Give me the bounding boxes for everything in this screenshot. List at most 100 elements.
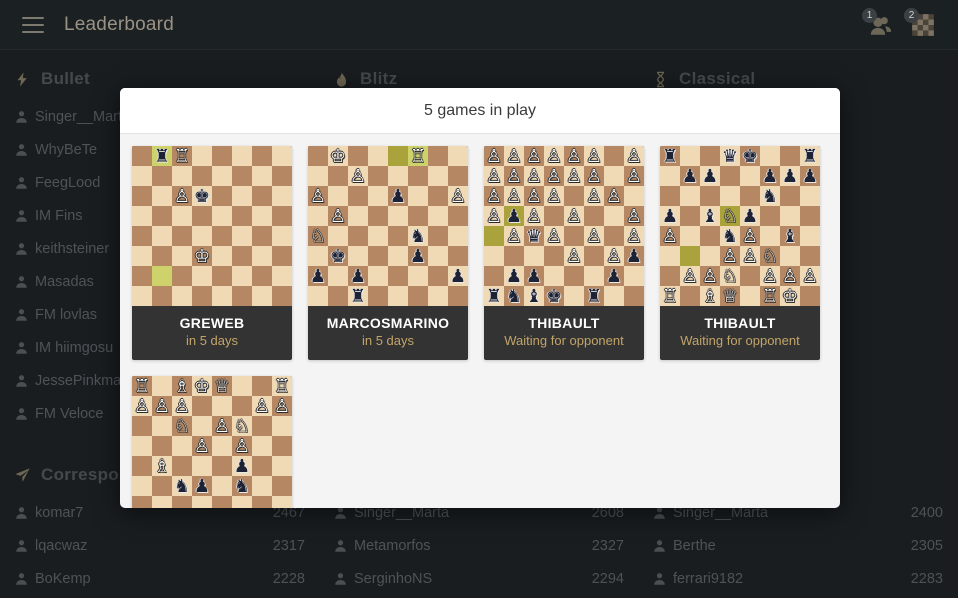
board-square[interactable] bbox=[700, 146, 720, 166]
board-square[interactable] bbox=[368, 266, 388, 286]
board-square[interactable] bbox=[272, 455, 292, 476]
board-square[interactable] bbox=[152, 186, 172, 206]
board-square[interactable] bbox=[348, 226, 368, 246]
board-square[interactable] bbox=[212, 186, 232, 206]
board-square[interactable] bbox=[252, 286, 272, 306]
board-square[interactable] bbox=[172, 266, 192, 286]
board-square[interactable]: ♙ bbox=[524, 206, 544, 226]
board-square[interactable]: ♔ bbox=[192, 246, 212, 266]
board-square[interactable] bbox=[212, 395, 232, 416]
chess-board[interactable]: ♜ ♖ ♙ ♚ ♔ bbox=[132, 146, 292, 306]
game-card[interactable]: ♜ ♛ ♚ ♜ ♟ ♟ ♟ ♟ ♟ ♞ ♟ ♝ ♘ ♟ ♙ ♞ ♙ ♝ ♙ ♙ ♘ ♙ ♙ ♘ ♙ ♙ ♙ ♖ ♗ ♕ ♖ ♔ THIBAULT… bbox=[660, 146, 820, 360]
board-square[interactable]: ♙ bbox=[624, 146, 644, 166]
board-square[interactable]: ♙ bbox=[564, 246, 584, 266]
board-square[interactable]: ♙ bbox=[740, 246, 760, 266]
board-square[interactable] bbox=[780, 186, 800, 206]
board-square[interactable] bbox=[368, 186, 388, 206]
board-square[interactable] bbox=[192, 166, 212, 186]
board-square[interactable]: ♖ bbox=[408, 146, 428, 166]
board-square[interactable]: ♙ bbox=[172, 395, 192, 416]
board-square[interactable]: ♙ bbox=[172, 186, 192, 206]
board-square[interactable]: ♖ bbox=[132, 375, 152, 396]
board-square[interactable]: ♚ bbox=[328, 246, 348, 266]
board-square[interactable] bbox=[760, 226, 780, 246]
board-square[interactable] bbox=[800, 286, 820, 306]
board-square[interactable] bbox=[604, 286, 624, 306]
board-square[interactable] bbox=[192, 206, 212, 226]
leaderboard-row[interactable]: Metamorfos 2327 bbox=[333, 529, 624, 562]
board-square[interactable] bbox=[544, 266, 564, 286]
board-square[interactable] bbox=[524, 246, 544, 266]
board-square[interactable]: ♖ bbox=[172, 146, 192, 166]
board-square[interactable] bbox=[604, 146, 624, 166]
board-square[interactable]: ♙ bbox=[252, 395, 272, 416]
board-square[interactable] bbox=[448, 206, 468, 226]
board-square[interactable] bbox=[680, 146, 700, 166]
board-square[interactable] bbox=[212, 146, 232, 166]
hamburger-icon[interactable] bbox=[22, 16, 44, 33]
board-square[interactable]: ♙ bbox=[584, 146, 604, 166]
board-square[interactable] bbox=[192, 266, 212, 286]
board-square[interactable]: ♔ bbox=[328, 146, 348, 166]
board-square[interactable]: ♝ bbox=[700, 206, 720, 226]
board-square[interactable] bbox=[172, 286, 192, 306]
board-square[interactable] bbox=[584, 266, 604, 286]
board-square[interactable] bbox=[408, 286, 428, 306]
board-square[interactable]: ♙ bbox=[484, 186, 504, 206]
board-square[interactable] bbox=[152, 206, 172, 226]
board-square[interactable] bbox=[544, 206, 564, 226]
board-square[interactable] bbox=[428, 286, 448, 306]
board-square[interactable] bbox=[192, 455, 212, 476]
board-square[interactable] bbox=[368, 146, 388, 166]
board-square[interactable] bbox=[252, 146, 272, 166]
board-square[interactable] bbox=[624, 286, 644, 306]
board-square[interactable] bbox=[272, 475, 292, 496]
board-square[interactable] bbox=[388, 146, 408, 166]
board-square[interactable]: ♙ bbox=[780, 266, 800, 286]
board-square[interactable] bbox=[680, 186, 700, 206]
board-square[interactable] bbox=[212, 286, 232, 306]
leaderboard-row[interactable]: ferrari9182 2283 bbox=[652, 562, 943, 595]
board-square[interactable] bbox=[368, 246, 388, 266]
board-square[interactable] bbox=[152, 246, 172, 266]
board-square[interactable]: ♙ bbox=[504, 166, 524, 186]
board-square[interactable] bbox=[172, 435, 192, 456]
board-square[interactable] bbox=[680, 226, 700, 246]
chess-board[interactable]: ♖ ♗ ♔ ♕ ♖ ♙ ♙ ♙ ♙ ♙ ♘ ♙ ♘ ♙ ♙ ♗ ♟ ♞ ♟ ♞ bbox=[132, 375, 292, 508]
board-square[interactable]: ♖ bbox=[660, 286, 680, 306]
board-square[interactable]: ♙ bbox=[232, 435, 252, 456]
board-square[interactable] bbox=[272, 246, 292, 266]
board-square[interactable] bbox=[212, 226, 232, 246]
board-square[interactable]: ♙ bbox=[564, 206, 584, 226]
board-square[interactable] bbox=[484, 266, 504, 286]
board-square[interactable]: ♗ bbox=[172, 375, 192, 396]
board-square[interactable] bbox=[232, 186, 252, 206]
board-square[interactable] bbox=[308, 206, 328, 226]
board-square[interactable] bbox=[800, 246, 820, 266]
board-square[interactable] bbox=[328, 186, 348, 206]
board-square[interactable] bbox=[272, 435, 292, 456]
board-square[interactable] bbox=[232, 166, 252, 186]
board-square[interactable]: ♖ bbox=[272, 375, 292, 396]
board-square[interactable]: ♞ bbox=[172, 475, 192, 496]
board-square[interactable] bbox=[252, 455, 272, 476]
board-square[interactable] bbox=[408, 166, 428, 186]
board-square[interactable]: ♞ bbox=[720, 226, 740, 246]
board-square[interactable] bbox=[428, 226, 448, 246]
board-square[interactable]: ♟ bbox=[348, 266, 368, 286]
board-square[interactable]: ♟ bbox=[232, 455, 252, 476]
board-square[interactable] bbox=[348, 146, 368, 166]
board-square[interactable] bbox=[388, 226, 408, 246]
board-square[interactable] bbox=[232, 206, 252, 226]
board-square[interactable]: ♞ bbox=[408, 226, 428, 246]
board-square[interactable]: ♙ bbox=[584, 186, 604, 206]
board-square[interactable] bbox=[348, 246, 368, 266]
board-square[interactable] bbox=[624, 186, 644, 206]
board-square[interactable] bbox=[448, 146, 468, 166]
board-square[interactable]: ♟ bbox=[448, 266, 468, 286]
board-square[interactable] bbox=[252, 246, 272, 266]
board-square[interactable] bbox=[408, 206, 428, 226]
board-square[interactable]: ♘ bbox=[172, 415, 192, 436]
board-square[interactable]: ♜ bbox=[152, 146, 172, 166]
board-square[interactable]: ♟ bbox=[680, 166, 700, 186]
